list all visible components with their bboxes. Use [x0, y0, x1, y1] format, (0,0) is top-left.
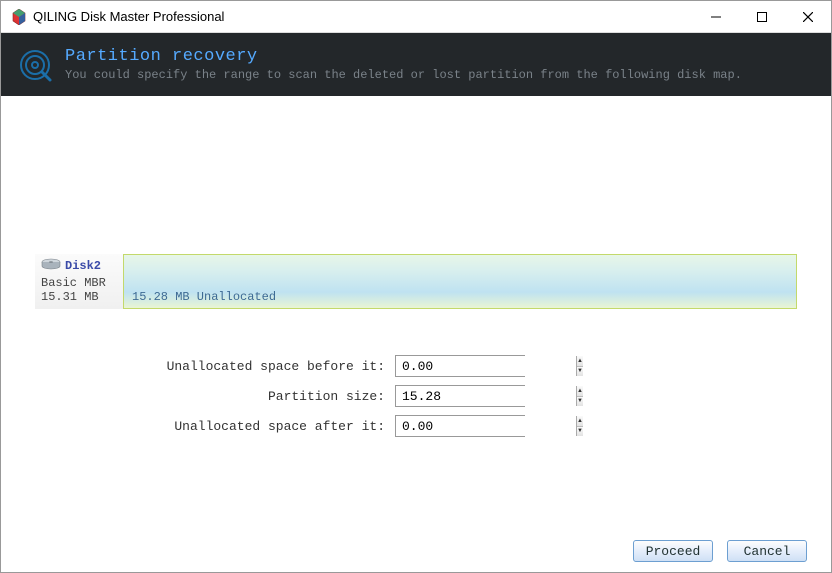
page-title: Partition recovery: [65, 47, 742, 66]
disk-map: Disk2 Basic MBR 15.31 MB 15.28 MB Unallo…: [35, 254, 797, 309]
field-after: Unallocated space after it: ▲ ▼ MB: [35, 415, 797, 437]
window-titlebar: QILING Disk Master Professional: [1, 1, 831, 33]
disk-type: Basic MBR: [41, 276, 117, 290]
partition-block[interactable]: 15.28 MB Unallocated: [123, 254, 797, 309]
main-content: Disk2 Basic MBR 15.31 MB 15.28 MB Unallo…: [1, 97, 831, 530]
after-label: Unallocated space after it:: [35, 419, 395, 434]
disk-icon: [41, 258, 61, 274]
app-icon: [11, 9, 27, 25]
before-up[interactable]: ▲: [577, 356, 583, 367]
partition-label: 15.28 MB Unallocated: [132, 290, 276, 304]
maximize-button[interactable]: [739, 1, 785, 33]
before-down[interactable]: ▼: [577, 367, 583, 377]
cancel-button[interactable]: Cancel: [727, 540, 807, 562]
size-label: Partition size:: [35, 389, 395, 404]
field-before: Unallocated space before it: ▲ ▼ MB: [35, 355, 797, 377]
disk-size: 15.31 MB: [41, 290, 117, 304]
close-button[interactable]: [785, 1, 831, 33]
footer: Proceed Cancel: [1, 530, 831, 572]
before-label: Unallocated space before it:: [35, 359, 395, 374]
disk-name: Disk2: [65, 259, 101, 273]
after-spinner[interactable]: ▲ ▼: [395, 415, 525, 437]
window-controls: [693, 1, 831, 32]
size-spinner[interactable]: ▲ ▼: [395, 385, 525, 407]
proceed-button[interactable]: Proceed: [633, 540, 713, 562]
size-down[interactable]: ▼: [577, 397, 583, 407]
size-up[interactable]: ▲: [577, 386, 583, 397]
before-input[interactable]: [396, 356, 576, 376]
disk-info: Disk2 Basic MBR 15.31 MB: [35, 254, 123, 309]
size-fields: Unallocated space before it: ▲ ▼ MB Part…: [35, 355, 797, 437]
before-spinner[interactable]: ▲ ▼: [395, 355, 525, 377]
field-size: Partition size: ▲ ▼ MB: [35, 385, 797, 407]
window-title: QILING Disk Master Professional: [33, 9, 693, 24]
minimize-button[interactable]: [693, 1, 739, 33]
page-subtitle: You could specify the range to scan the …: [65, 68, 742, 82]
header-texts: Partition recovery You could specify the…: [65, 47, 742, 82]
after-up[interactable]: ▲: [577, 416, 583, 427]
header-band: Partition recovery You could specify the…: [1, 33, 831, 96]
after-down[interactable]: ▼: [577, 427, 583, 437]
size-input[interactable]: [396, 386, 576, 406]
after-input[interactable]: [396, 416, 576, 436]
recovery-icon: [15, 45, 55, 85]
